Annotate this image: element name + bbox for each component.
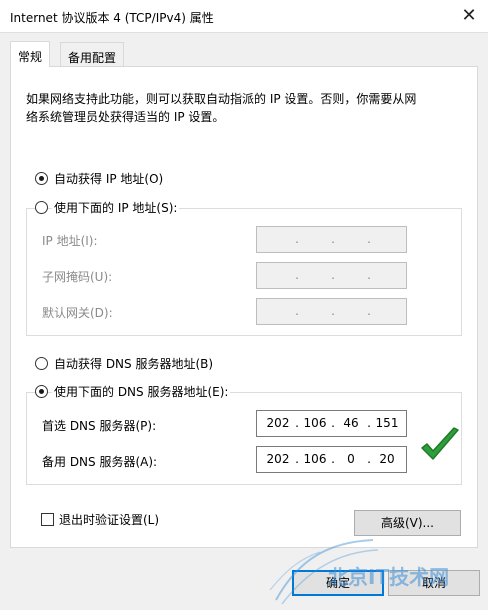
window-title: Internet 协议版本 4 (TCP/IPv4) 属性 (10, 11, 214, 25)
validate-on-exit-checkbox[interactable] (41, 513, 54, 526)
preferred-dns-octet-2[interactable]: 106 (302, 416, 328, 430)
alternate-dns-label: 备用 DNS 服务器(A): (42, 455, 158, 469)
check-mark-icon (421, 427, 459, 460)
ip-address-label: IP 地址(I): (42, 234, 98, 248)
subnet-mask-input: . . . (256, 262, 407, 289)
alternate-dns-octet-1[interactable]: 202 (265, 452, 291, 466)
tab-alternate-config[interactable]: 备用配置 (60, 42, 125, 67)
preferred-dns-octet-4[interactable]: 151 (374, 416, 400, 430)
title-bar: Internet 协议版本 4 (TCP/IPv4) 属性 ✕ (0, 0, 488, 32)
preferred-dns-octet-3[interactable]: 46 (338, 416, 364, 430)
site-watermark-logo: 北京IT技术网 (269, 539, 449, 605)
radio-auto-ip[interactable] (35, 172, 48, 185)
default-gateway-input: . . . (256, 298, 407, 325)
preferred-dns-input[interactable]: 202 . 106 . 46 . 151 (256, 410, 407, 437)
tab-general[interactable]: 常规 (10, 41, 51, 67)
radio-auto-dns-label: 自动获得 DNS 服务器地址(B) (54, 357, 214, 371)
radio-manual-ip-label: 使用下面的 IP 地址(S): (52, 199, 180, 216)
radio-manual-dns-label: 使用下面的 DNS 服务器地址(E): (52, 383, 231, 400)
alternate-dns-octet-3[interactable]: 0 (338, 452, 364, 466)
alternate-dns-input[interactable]: 202 . 106 . 0 . 20 (256, 446, 407, 473)
radio-manual-dns[interactable] (35, 385, 48, 398)
radio-auto-ip-label: 自动获得 IP 地址(O) (54, 172, 164, 186)
ip-address-input: . . . (256, 226, 407, 253)
alternate-dns-octet-2[interactable]: 106 (302, 452, 328, 466)
preferred-dns-label: 首选 DNS 服务器(P): (42, 419, 157, 433)
radio-manual-ip[interactable] (35, 201, 48, 214)
watermark-text: 北京IT技术网 (328, 565, 449, 589)
radio-auto-dns[interactable] (35, 357, 48, 370)
validate-on-exit-label: 退出时验证设置(L) (59, 513, 160, 527)
description-line-2: 络系统管理员处获得适当的 IP 设置。 (26, 110, 225, 124)
subnet-mask-label: 子网掩码(U): (42, 270, 113, 284)
preferred-dns-octet-1[interactable]: 202 (265, 416, 291, 430)
default-gateway-label: 默认网关(D): (42, 306, 113, 320)
close-icon[interactable]: ✕ (454, 2, 484, 30)
description-line-1: 如果网络支持此功能，则可以获取自动指派的 IP 设置。否则，你需要从网 (26, 92, 417, 106)
alternate-dns-octet-4[interactable]: 20 (374, 452, 400, 466)
